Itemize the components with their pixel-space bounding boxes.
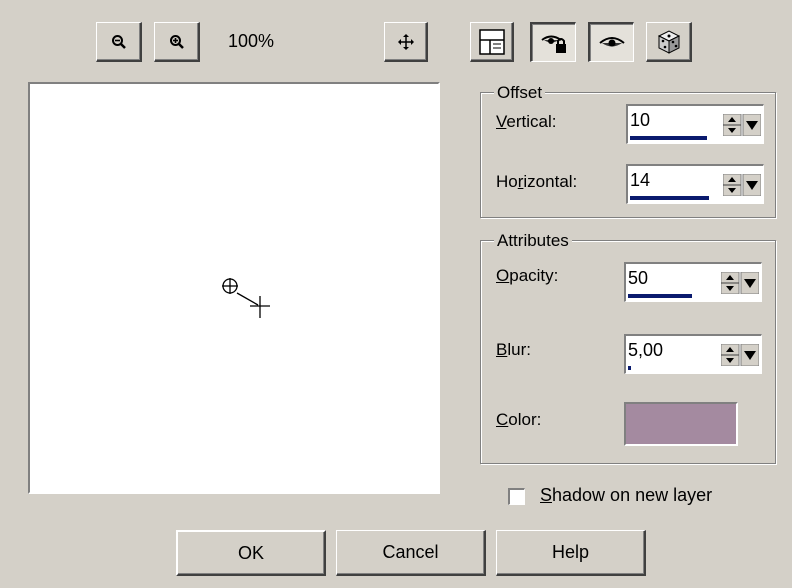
zoom-in-icon <box>169 34 184 49</box>
zoom-out-button[interactable] <box>96 22 142 62</box>
blur-value[interactable]: 5,00 <box>628 340 663 361</box>
horizontal-value[interactable]: 14 <box>630 170 650 191</box>
vertical-value[interactable]: 10 <box>630 110 650 131</box>
preview-canvas[interactable] <box>28 82 440 494</box>
color-label: Color: <box>496 410 542 429</box>
zoom-level-label: 100% <box>228 31 275 51</box>
layout-icon <box>478 28 505 55</box>
horizontal-label: Horizontal: <box>496 172 578 191</box>
zoom-out-icon <box>111 34 126 49</box>
shadow-on-new-layer-checkbox[interactable] <box>508 488 525 505</box>
horizontal-spin-arrows-icon[interactable] <box>723 174 761 196</box>
proof-icon <box>598 36 625 46</box>
opacity-label: Opacity: <box>496 266 559 285</box>
layout-button[interactable] <box>470 22 514 62</box>
blur-spinbox[interactable]: 5,00 <box>624 334 762 374</box>
cancel-label: Cancel <box>382 542 439 562</box>
help-label: Help <box>551 542 590 562</box>
blur-spin-arrows-icon[interactable] <box>721 344 759 366</box>
blur-label: Blur: <box>496 340 531 359</box>
randomize-icon <box>657 29 680 54</box>
horizontal-spinbox[interactable]: 14 <box>626 164 764 204</box>
shadow-on-new-layer-label[interactable]: Shadow on new layer <box>540 485 712 506</box>
vertical-slider-fill[interactable] <box>630 136 707 140</box>
proof-button[interactable] <box>588 22 634 62</box>
help-button[interactable]: Help <box>496 530 646 576</box>
shadow-color-swatch[interactable] <box>624 402 738 446</box>
move-icon <box>397 33 414 50</box>
ok-label: OK <box>237 542 264 563</box>
zoom-in-button[interactable] <box>154 22 200 62</box>
vertical-spinbox[interactable]: 10 <box>626 104 764 144</box>
opacity-slider-fill[interactable] <box>628 294 692 298</box>
opacity-value[interactable]: 50 <box>628 268 648 289</box>
shadow-direction-cursor-icon[interactable] <box>220 274 276 320</box>
vertical-spin-arrows-icon[interactable] <box>723 114 761 136</box>
vertical-label: Vertical: <box>496 112 557 131</box>
opacity-spin-arrows-icon[interactable] <box>721 272 759 294</box>
offset-legend: Offset <box>494 83 546 103</box>
move-button[interactable] <box>384 22 428 62</box>
attributes-legend: Attributes <box>494 231 572 251</box>
auto-proof-button[interactable] <box>530 22 576 62</box>
randomize-button[interactable] <box>646 22 692 62</box>
blur-slider-fill[interactable] <box>628 366 631 370</box>
horizontal-slider-fill[interactable] <box>630 196 709 200</box>
auto-proof-icon <box>540 35 566 53</box>
opacity-spinbox[interactable]: 50 <box>624 262 762 302</box>
cancel-button[interactable]: Cancel <box>336 530 486 576</box>
ok-button[interactable]: OK <box>176 530 326 576</box>
